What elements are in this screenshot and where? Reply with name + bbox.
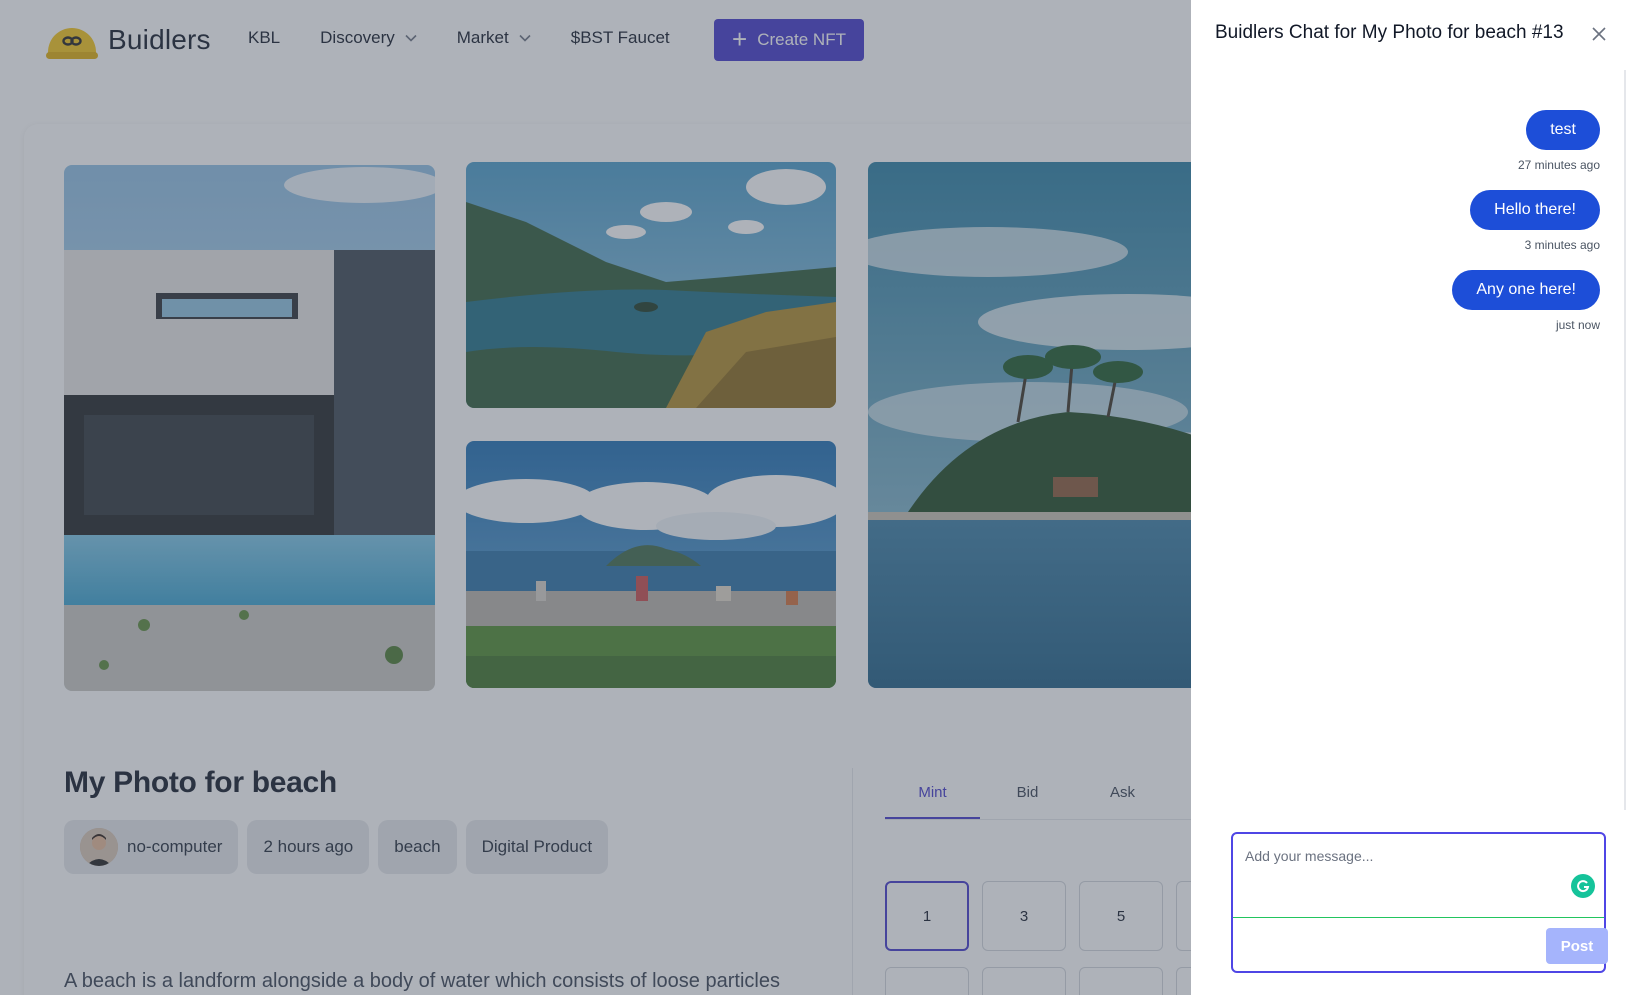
message-bubble: Hello there! — [1470, 190, 1600, 230]
message-composer: Post — [1231, 832, 1608, 973]
chat-scrollbar[interactable] — [1624, 70, 1626, 810]
chat-title: Buidlers Chat for My Photo for beach #13 — [1215, 22, 1564, 43]
message-time: just now — [1555, 318, 1600, 332]
chat-message: Hello there! 3 minutes ago — [1470, 190, 1600, 252]
message-time: 3 minutes ago — [1524, 238, 1600, 252]
chat-drawer: Buidlers Chat for My Photo for beach #13… — [1191, 0, 1634, 995]
message-input[interactable] — [1233, 834, 1604, 918]
grammarly-icon[interactable] — [1571, 874, 1595, 898]
post-button[interactable]: Post — [1546, 928, 1608, 964]
close-icon[interactable] — [1591, 26, 1607, 42]
chat-message: Any one here! just now — [1452, 270, 1600, 332]
chat-message: test 27 minutes ago — [1518, 110, 1600, 172]
message-bubble: Any one here! — [1452, 270, 1600, 310]
message-bubble: test — [1526, 110, 1600, 150]
message-time: 27 minutes ago — [1517, 158, 1600, 172]
